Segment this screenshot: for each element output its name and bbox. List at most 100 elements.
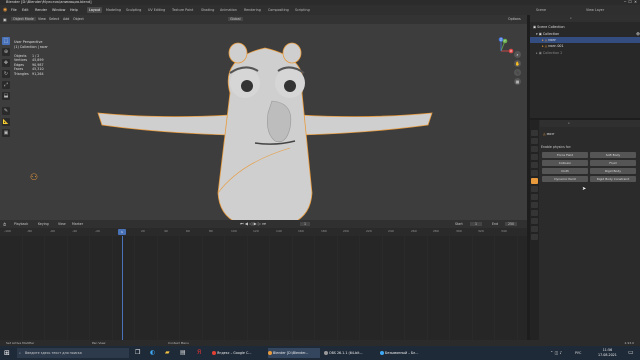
taskbar-search[interactable]: ⌕ Введите здесь текст для поиска bbox=[17, 348, 129, 358]
language-indicator[interactable]: РУС bbox=[575, 351, 581, 355]
windows-start-icon[interactable]: ⊞ bbox=[4, 349, 10, 357]
dynamic-paint-button[interactable]: Dynamic Paint bbox=[542, 176, 588, 182]
force-field-button[interactable]: Force Field bbox=[542, 152, 588, 158]
tab-sculpting[interactable]: Sculpting bbox=[126, 8, 141, 12]
collision-button[interactable]: Collision bbox=[542, 160, 588, 166]
task-view-icon[interactable]: ❐ bbox=[135, 349, 140, 356]
light-object-icon[interactable]: ⚇ bbox=[30, 173, 38, 183]
select-box-icon[interactable]: ⬚ bbox=[2, 37, 10, 45]
select-menu[interactable]: Select bbox=[49, 17, 59, 21]
outliner-root[interactable]: ▣ Scene Collection bbox=[530, 24, 640, 30]
tab-layout[interactable]: Layout bbox=[87, 7, 103, 13]
camera-view-icon[interactable]: 🎥 bbox=[514, 69, 521, 76]
playhead-frame-badge[interactable]: 1 bbox=[118, 229, 126, 235]
scale-icon[interactable]: ⤢ bbox=[2, 81, 10, 89]
outliner-search-icon[interactable]: ⌕ bbox=[570, 16, 572, 20]
tab-animation[interactable]: Animation bbox=[220, 8, 237, 12]
material-tab-icon[interactable] bbox=[531, 226, 538, 232]
texture-tab-icon[interactable] bbox=[531, 234, 538, 240]
render-tab-icon[interactable] bbox=[531, 138, 538, 144]
3d-viewport[interactable]: ▣ Object Mode View Select Add Object Glo… bbox=[0, 15, 527, 223]
view-menu[interactable]: View bbox=[38, 17, 46, 21]
rigid-body-button[interactable]: Rigid Body bbox=[590, 168, 636, 174]
end-frame-field[interactable]: 250 bbox=[505, 221, 518, 226]
edge-browser-icon[interactable]: ◐ bbox=[150, 349, 155, 356]
character-model[interactable] bbox=[90, 33, 440, 223]
tab-scripting[interactable]: Scripting bbox=[295, 8, 310, 12]
taskbar-app-obs[interactable]: OBS 26.1.1 (64-bit... bbox=[324, 348, 376, 358]
data-tab-icon[interactable] bbox=[531, 218, 538, 224]
clock[interactable]: 11:56 17.08.2021 bbox=[598, 348, 617, 358]
tab-modeling[interactable]: Modeling bbox=[106, 8, 121, 12]
annotate-icon[interactable]: ✎ bbox=[2, 107, 10, 115]
mode-selector[interactable]: Object Mode bbox=[11, 17, 36, 21]
system-tray-icons[interactable]: ⌃ ◫ ♪ bbox=[550, 350, 562, 355]
explorer-folder-icon[interactable]: ▰ bbox=[165, 349, 170, 356]
properties-search-icon[interactable]: ⌕ bbox=[568, 121, 570, 125]
outliner-collection[interactable]: ▸ ▣ Collection 2 bbox=[530, 50, 640, 56]
soft-body-button[interactable]: Soft Body bbox=[590, 152, 636, 158]
rigid-body-constraint-button[interactable]: Rigid Body Constraint bbox=[590, 176, 636, 182]
notifications-icon[interactable]: ▭ bbox=[628, 349, 634, 356]
playback-controls[interactable]: ⏮ ◀ ◁ ▶ ▷ ⏭ bbox=[240, 221, 266, 226]
orientation-dropdown[interactable]: Global bbox=[228, 17, 243, 21]
tab-compositing[interactable]: Compositing bbox=[268, 8, 289, 12]
current-frame-field[interactable]: 1 bbox=[300, 221, 311, 226]
zoom-icon[interactable]: ⌕ bbox=[514, 51, 521, 58]
tick-label: 320 bbox=[478, 229, 484, 233]
pan-hand-icon[interactable]: ✋ bbox=[514, 60, 521, 67]
menu-help[interactable]: Help bbox=[70, 8, 78, 12]
modifier-tab-icon[interactable] bbox=[531, 186, 538, 192]
playback-menu[interactable]: Playback bbox=[14, 222, 28, 226]
blender-logo-icon[interactable]: ◉ bbox=[3, 7, 7, 13]
particles-tab-icon[interactable] bbox=[531, 194, 538, 200]
transform-icon[interactable]: ⬓ bbox=[2, 92, 10, 100]
timeline-editor-type-icon[interactable]: ⏱ bbox=[3, 222, 6, 227]
tab-texture-paint[interactable]: Texture Paint bbox=[172, 8, 193, 12]
store-icon[interactable]: ▤ bbox=[180, 349, 186, 356]
outliner-object[interactable]: ▸ ◬ мозг.001👁 bbox=[530, 43, 640, 49]
add-cube-icon[interactable]: ▣ bbox=[2, 129, 10, 137]
marker-menu[interactable]: Marker bbox=[72, 222, 83, 226]
view-layer-selector[interactable]: View Layer bbox=[586, 8, 604, 12]
tab-shading[interactable]: Shading bbox=[201, 8, 214, 12]
tab-uv-editing[interactable]: UV Editing bbox=[148, 8, 165, 12]
world-tab-icon[interactable] bbox=[531, 170, 538, 176]
timeline-editor[interactable]: ⏱ Playback Keying View Marker ⏮ ◀ ◁ ▶ ▷ … bbox=[0, 220, 527, 340]
frame-ruler[interactable]: -100 -80 -60 -40 -20 20 40 60 80 100 120… bbox=[0, 228, 527, 236]
view-layer-tab-icon[interactable] bbox=[531, 154, 538, 160]
scene-selector[interactable]: Scene bbox=[536, 8, 546, 12]
menu-render[interactable]: Render bbox=[35, 8, 47, 12]
menu-file[interactable]: File bbox=[11, 8, 17, 12]
taskbar-app-blender[interactable]: Blender [D:\Blender... bbox=[268, 348, 320, 358]
perspective-toggle-icon[interactable]: ▦ bbox=[514, 78, 521, 85]
add-menu[interactable]: Add bbox=[63, 17, 69, 21]
move-icon[interactable]: ✥ bbox=[2, 59, 10, 67]
scene-tab-icon[interactable] bbox=[531, 162, 538, 168]
tool-tab-icon[interactable] bbox=[531, 130, 538, 136]
options-dropdown[interactable]: Options bbox=[508, 17, 521, 21]
fluid-button[interactable]: Fluid bbox=[590, 160, 636, 166]
taskbar-app-paint[interactable]: Безымянный – Бл... bbox=[380, 348, 432, 358]
view-menu-timeline[interactable]: View bbox=[58, 222, 66, 226]
cursor-icon[interactable]: ⊕ bbox=[2, 48, 10, 56]
object-tab-icon[interactable] bbox=[531, 178, 538, 184]
tick-label: 120 bbox=[253, 229, 259, 233]
tab-rendering[interactable]: Rendering bbox=[244, 8, 261, 12]
navigation-gizmo[interactable]: X Y Z bbox=[487, 37, 515, 65]
rotate-icon[interactable]: ↻ bbox=[2, 70, 10, 78]
yandex-icon[interactable]: Я bbox=[197, 349, 201, 356]
editor-type-icon[interactable]: ▣ bbox=[3, 17, 7, 22]
menu-window[interactable]: Window bbox=[52, 8, 65, 12]
object-menu[interactable]: Object bbox=[73, 17, 84, 21]
constraints-tab-icon[interactable] bbox=[531, 210, 538, 216]
start-frame-field[interactable]: 1 bbox=[470, 221, 483, 226]
keying-menu[interactable]: Keying bbox=[38, 222, 49, 226]
measure-icon[interactable]: 📐 bbox=[2, 118, 10, 126]
menu-edit[interactable]: Edit bbox=[22, 8, 29, 12]
taskbar-app-chrome[interactable]: Яндекс – Google C... bbox=[212, 348, 264, 358]
physics-tab-icon[interactable] bbox=[531, 202, 538, 208]
output-tab-icon[interactable] bbox=[531, 146, 538, 152]
windows-taskbar: ⊞ ⌕ Введите здесь текст для поиска ❐ ◐ ▰… bbox=[0, 346, 640, 360]
cloth-button[interactable]: Cloth bbox=[542, 168, 588, 174]
